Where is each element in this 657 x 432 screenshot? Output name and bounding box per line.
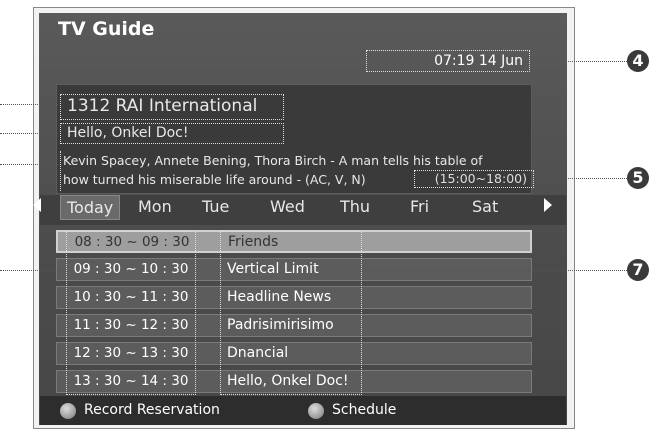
leader-line [534,178,627,179]
datetime-display: 07:19 14 Jun [366,50,530,72]
leader-line [362,270,627,271]
prev-day-arrow-icon[interactable] [33,198,41,212]
tab-wed[interactable]: Wed [270,197,305,216]
tab-fri[interactable]: Fri [410,197,429,216]
page-title: TV Guide [58,18,155,40]
channel-name: 1312 RAI International [60,94,284,120]
leader-line [531,61,627,62]
callout-5: 5 [627,167,649,189]
leader-line [0,270,64,271]
program-timeslot: (15:00~18:00) [414,170,534,188]
tab-tue[interactable]: Tue [202,197,229,216]
schedule-button[interactable]: Schedule [332,402,396,418]
tab-sat[interactable]: Sat [472,197,498,216]
callout-7: 7 [627,259,649,281]
time-column-outline [66,231,196,395]
program-title: Hello, Onkel Doc! [60,123,284,144]
tab-thu[interactable]: Thu [340,197,370,216]
program-column-outline [220,231,362,395]
record-reservation-button[interactable]: Record Reservation [84,402,220,418]
callout-4: 4 [627,50,649,72]
description-line-1: Kevin Spacey, Annete Bening, Thora Birch… [63,153,483,168]
tab-today[interactable]: Today [60,195,121,220]
leader-line [0,164,58,165]
record-button-icon [60,403,76,419]
next-day-arrow-icon[interactable] [544,198,552,212]
leader-line [0,104,58,105]
leader-line [0,133,58,134]
schedule-button-icon [308,403,324,419]
tab-mon[interactable]: Mon [138,197,172,216]
